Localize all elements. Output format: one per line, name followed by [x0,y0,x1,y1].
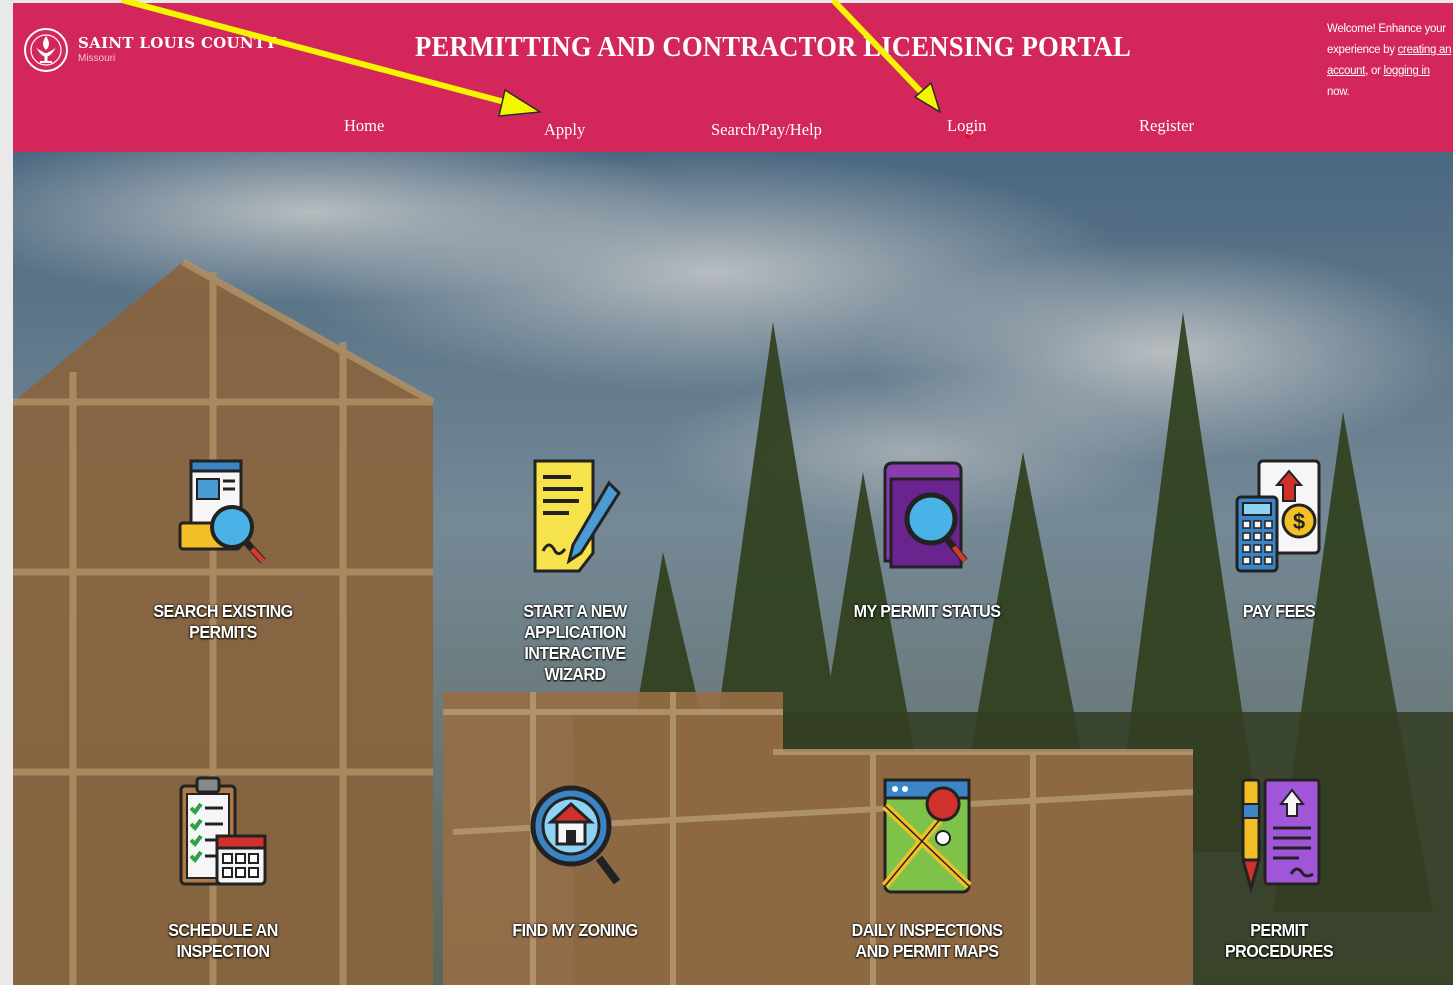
welcome-suffix: now. [1327,86,1350,98]
map-pin-icon [881,778,972,894]
nav-register[interactable]: Register [1139,116,1194,136]
tile-label: FIND MY ZONING [512,920,638,940]
tile-permit-procedures[interactable]: PERMIT PROCEDURES [1189,776,1369,962]
tile-label: SEARCH EXISTING PERMITS [153,601,293,642]
site-header: SAINT LOUIS COUNTY Missouri PERMITTING A… [13,3,1453,152]
clipboard-calendar-icon [179,776,267,886]
tile-my-permit-status[interactable]: MY PERMIT STATUS [837,457,1017,622]
page-title: PERMITTING AND CONTRACTOR LICENSING PORT… [415,31,1131,63]
nav-home[interactable]: Home [344,116,384,136]
tile-daily-inspections-maps[interactable]: DAILY INSPECTIONS AND PERMIT MAPS [837,776,1017,962]
nav-search-pay-help[interactable]: Search/Pay/Help [711,120,822,140]
nav-apply[interactable]: Apply [544,120,585,140]
tile-search-existing-permits[interactable]: SEARCH EXISTING PERMITS [133,457,313,643]
welcome-middle: , or [1365,65,1384,77]
tile-label: PERMIT PROCEDURES [1224,920,1334,961]
login-link[interactable]: logging in [1384,65,1431,77]
hero-section: SEARCH EXISTING PERMITS START A NEW APPL… [13,152,1453,985]
tile-start-new-application[interactable]: START A NEW APPLICATION INTERACTIVE WIZA… [485,457,665,685]
tile-label: DAILY INSPECTIONS AND PERMIT MAPS [851,920,1003,961]
tile-schedule-inspection[interactable]: SCHEDULE AN INSPECTION [133,776,313,962]
brand-name: SAINT LOUIS COUNTY [78,34,277,52]
tile-label: START A NEW APPLICATION INTERACTIVE WIZA… [523,601,627,684]
tile-pay-fees[interactable]: $ PAY FEES [1189,457,1369,622]
calculator-dollar-icon: $ [1235,459,1321,573]
cursor-dot [965,134,970,139]
svg-text:$: $ [1293,509,1305,534]
pen-document-icon [1241,778,1321,894]
tile-label: SCHEDULE AN INSPECTION [168,920,278,961]
search-permits-icon [178,459,266,564]
tile-label: PAY FEES [1242,601,1316,621]
county-seal-logo[interactable] [23,23,69,81]
welcome-message: Welcome! Enhance your experience by crea… [1327,19,1453,103]
browser-page: SAINT LOUIS COUNTY Missouri PERMITTING A… [13,3,1453,985]
house-magnifier-icon [530,785,621,885]
nav-login[interactable]: Login [947,116,986,136]
document-pen-icon [533,459,621,573]
brand-subtitle: Missouri [78,53,116,64]
tile-label: MY PERMIT STATUS [853,601,1001,621]
tile-find-my-zoning[interactable]: FIND MY ZONING [485,776,665,941]
folder-search-icon [883,461,968,569]
